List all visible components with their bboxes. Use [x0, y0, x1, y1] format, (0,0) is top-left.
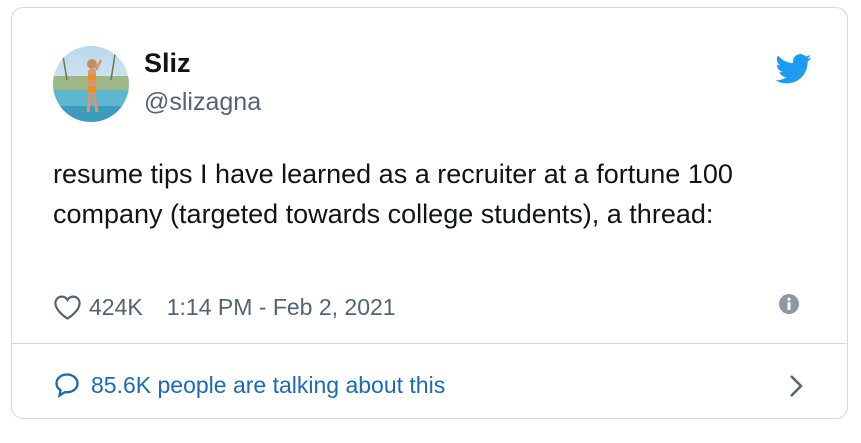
speech-bubble-icon — [55, 373, 79, 398]
heart-icon[interactable] — [53, 294, 82, 321]
like-count[interactable]: 424K — [89, 294, 143, 321]
display-name[interactable]: Sliz — [144, 50, 191, 77]
conversation-label: 85.6K people are talking about this — [91, 371, 446, 398]
avatar-image — [53, 46, 129, 122]
avatar[interactable] — [53, 46, 129, 122]
timestamp[interactable]: 1:14 PM - Feb 2, 2021 — [167, 294, 396, 321]
info-icon[interactable] — [778, 293, 800, 315]
divider — [12, 343, 847, 344]
tweet-card: Sliz @slizagna resume tips I have learne… — [11, 7, 848, 419]
user-handle[interactable]: @slizagna — [144, 90, 261, 115]
conversation-link[interactable]: 85.6K people are talking about this — [53, 368, 809, 402]
twitter-bird-icon[interactable] — [776, 54, 812, 84]
tweet-text: resume tips I have learned as a recruite… — [53, 159, 733, 229]
tweet-meta: 424K 1:14 PM - Feb 2, 2021 — [53, 292, 396, 322]
chevron-right-icon[interactable] — [788, 374, 804, 398]
